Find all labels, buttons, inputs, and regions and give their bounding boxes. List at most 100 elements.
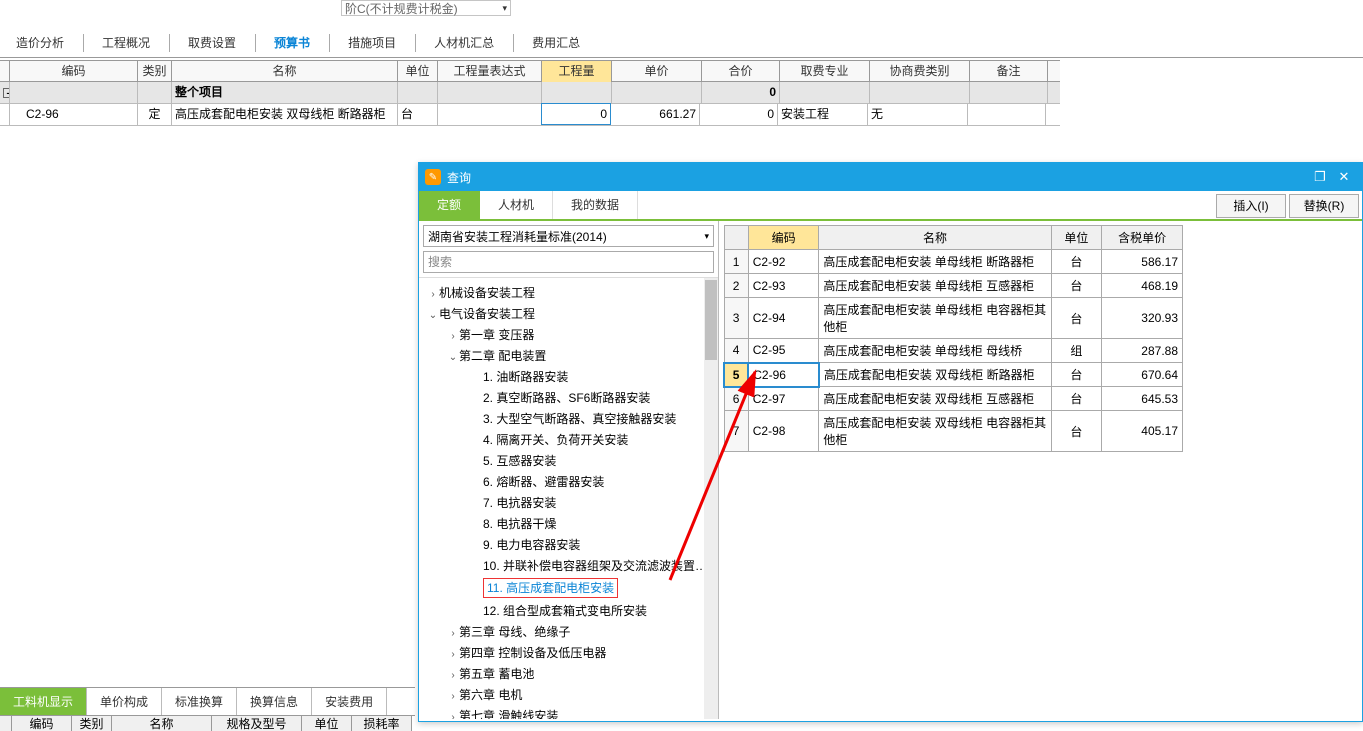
cell-unit[interactable]: 组 — [1051, 339, 1101, 363]
table-row[interactable]: 5C2-96高压成套配电柜安装 双母线柜 断路器柜台670.64 — [724, 363, 1183, 387]
bh-unit[interactable]: 单位 — [302, 716, 352, 731]
expand-icon[interactable]: ⌄ — [427, 310, 439, 321]
tab-measure-items[interactable]: 措施项目 — [332, 28, 413, 58]
cell-name[interactable]: 高压成套配电柜安装 双母线柜 断路器柜 — [819, 363, 1051, 387]
cell-unit[interactable]: 台 — [1051, 298, 1101, 339]
cell-price[interactable]: 405.17 — [1102, 411, 1183, 452]
tree-node[interactable]: ›第三章 母线、绝缘子 — [423, 621, 718, 642]
cell-total[interactable]: 0 — [700, 104, 778, 125]
cell-code[interactable]: C2-92 — [748, 250, 819, 274]
tree-node[interactable]: 9. 电力电容器安装 — [423, 534, 718, 555]
qtab-material[interactable]: 人材机 — [480, 191, 553, 219]
btab-install-fee[interactable]: 安装费用 — [312, 688, 387, 716]
tree-node[interactable]: 1. 油断路器安装 — [423, 366, 718, 387]
search-input[interactable]: 搜索 — [423, 251, 714, 273]
tree-node[interactable]: 7. 电抗器安装 — [423, 492, 718, 513]
cell-name[interactable]: 高压成套配电柜安装 单母线柜 电容器柜其他柜 — [819, 298, 1051, 339]
qt-h-unit[interactable]: 单位 — [1051, 226, 1101, 250]
cell-unit[interactable]: 台 — [1051, 411, 1101, 452]
cell-cat[interactable]: 定 — [138, 104, 172, 125]
table-row[interactable]: 1C2-92高压成套配电柜安装 单母线柜 断路器柜台586.17 — [724, 250, 1183, 274]
tree-node[interactable]: ›第四章 控制设备及低压电器 — [423, 642, 718, 663]
grid-group-row[interactable]: - 整个项目 0 — [0, 82, 1060, 104]
tree-node[interactable]: 3. 大型空气断路器、真空接触器安装 — [423, 408, 718, 429]
cell-unit[interactable]: 台 — [1051, 387, 1101, 411]
tree-node[interactable]: 11. 高压成套配电柜安装 — [423, 576, 718, 600]
grid-header-total[interactable]: 合价 — [702, 61, 780, 82]
expand-icon[interactable]: › — [447, 691, 459, 702]
tree-node[interactable]: ›第一章 变压器 — [423, 324, 718, 345]
qt-h-code[interactable]: 编码 — [748, 226, 819, 250]
cell-code[interactable]: C2-96 — [10, 104, 138, 125]
cell-neg[interactable]: 无 — [868, 104, 968, 125]
cell-name[interactable]: 高压成套配电柜安装 单母线柜 断路器柜 — [819, 250, 1051, 274]
tree-node[interactable]: 4. 隔离开关、负荷开关安装 — [423, 429, 718, 450]
bh-cat[interactable]: 类别 — [72, 716, 112, 731]
collapse-toggle[interactable]: - — [0, 82, 10, 103]
cell-name[interactable]: 高压成套配电柜安装 双母线柜 互感器柜 — [819, 387, 1051, 411]
btab-price-composition[interactable]: 单价构成 — [87, 688, 162, 716]
cell-unit[interactable]: 台 — [1051, 250, 1101, 274]
tree-node[interactable]: ›第五章 蓄电池 — [423, 663, 718, 684]
expand-icon[interactable]: › — [447, 670, 459, 681]
grid-header-spec[interactable]: 取费专业 — [780, 61, 870, 82]
tree-node[interactable]: ⌄电气设备安装工程 — [423, 303, 718, 324]
grid-header-neg[interactable]: 协商费类别 — [870, 61, 970, 82]
cell-price[interactable]: 287.88 — [1102, 339, 1183, 363]
expand-icon[interactable]: › — [427, 289, 439, 300]
cell-price[interactable]: 468.19 — [1102, 274, 1183, 298]
grid-header-name[interactable]: 名称 — [172, 61, 398, 82]
cell-code[interactable]: C2-94 — [748, 298, 819, 339]
cell-name[interactable]: 高压成套配电柜安装 双母线柜 电容器柜其他柜 — [819, 411, 1051, 452]
tree-node[interactable]: 6. 熔断器、避雷器安装 — [423, 471, 718, 492]
close-button[interactable]: ✕ — [1332, 169, 1356, 185]
tree-node[interactable]: ›第七章 滑触线安装 — [423, 705, 718, 719]
expand-icon[interactable]: › — [447, 712, 459, 719]
replace-button[interactable]: 替换(R) — [1289, 194, 1359, 218]
bh-loss[interactable]: 损耗率 — [352, 716, 412, 731]
scrollbar-thumb[interactable] — [705, 280, 717, 360]
cell-price[interactable]: 586.17 — [1102, 250, 1183, 274]
btab-material[interactable]: 工料机显示 — [0, 688, 87, 716]
restore-button[interactable]: ❐ — [1308, 169, 1332, 185]
stage-dropdown[interactable]: 阶C(不计规费计税金) ▾ — [341, 0, 511, 16]
cell-note[interactable] — [968, 104, 1046, 125]
cell-code[interactable]: C2-97 — [748, 387, 819, 411]
bh-name[interactable]: 名称 — [112, 716, 212, 731]
cell-price[interactable]: 320.93 — [1102, 298, 1183, 339]
cell-name[interactable]: 高压成套配电柜安装 单母线柜 互感器柜 — [819, 274, 1051, 298]
table-row[interactable]: 7C2-98高压成套配电柜安装 双母线柜 电容器柜其他柜台405.17 — [724, 411, 1183, 452]
standard-dropdown[interactable]: 湖南省安装工程消耗量标准(2014) ▾ — [423, 225, 714, 247]
cell-name[interactable]: 高压成套配电柜安装 双母线柜 断路器柜 — [172, 104, 398, 125]
table-row[interactable]: 2C2-93高压成套配电柜安装 单母线柜 互感器柜台468.19 — [724, 274, 1183, 298]
tab-fee-summary[interactable]: 费用汇总 — [516, 28, 597, 58]
cell-code[interactable]: C2-98 — [748, 411, 819, 452]
qt-h-price[interactable]: 含税单价 — [1102, 226, 1183, 250]
expand-icon[interactable]: › — [447, 649, 459, 660]
cell-code[interactable]: C2-93 — [748, 274, 819, 298]
tree-node[interactable]: 5. 互感器安装 — [423, 450, 718, 471]
cell-expr[interactable] — [438, 104, 542, 125]
expand-icon[interactable]: ⌄ — [447, 352, 459, 363]
table-row[interactable]: 6C2-97高压成套配电柜安装 双母线柜 互感器柜台645.53 — [724, 387, 1183, 411]
grid-header-expr[interactable]: 工程量表达式 — [438, 61, 542, 82]
btab-standard-convert[interactable]: 标准换算 — [162, 688, 237, 716]
grid-header-unit[interactable]: 单位 — [398, 61, 438, 82]
qtab-mydata[interactable]: 我的数据 — [553, 191, 638, 219]
tab-fee-settings[interactable]: 取费设置 — [172, 28, 253, 58]
tree-node[interactable]: 8. 电抗器干燥 — [423, 513, 718, 534]
cell-unit[interactable]: 台 — [398, 104, 438, 125]
tab-cost-analysis[interactable]: 造价分析 — [0, 28, 81, 58]
cell-unit[interactable]: 台 — [1051, 363, 1101, 387]
cell-spec[interactable]: 安装工程 — [778, 104, 868, 125]
query-titlebar[interactable]: ✎ 查询 ❐ ✕ — [419, 163, 1362, 191]
qt-h-name[interactable]: 名称 — [819, 226, 1051, 250]
insert-button[interactable]: 插入(I) — [1216, 194, 1286, 218]
tab-budget-book[interactable]: 预算书 — [258, 28, 327, 58]
cell-qty[interactable]: 0 — [541, 103, 611, 125]
tree-node[interactable]: 2. 真空断路器、SF6断路器安装 — [423, 387, 718, 408]
expand-icon[interactable]: › — [447, 628, 459, 639]
category-tree[interactable]: ›机械设备安装工程⌄电气设备安装工程›第一章 变压器⌄第二章 配电装置1. 油断… — [419, 277, 718, 719]
bh-code[interactable]: 编码 — [12, 716, 72, 731]
tree-node[interactable]: ›第六章 电机 — [423, 684, 718, 705]
